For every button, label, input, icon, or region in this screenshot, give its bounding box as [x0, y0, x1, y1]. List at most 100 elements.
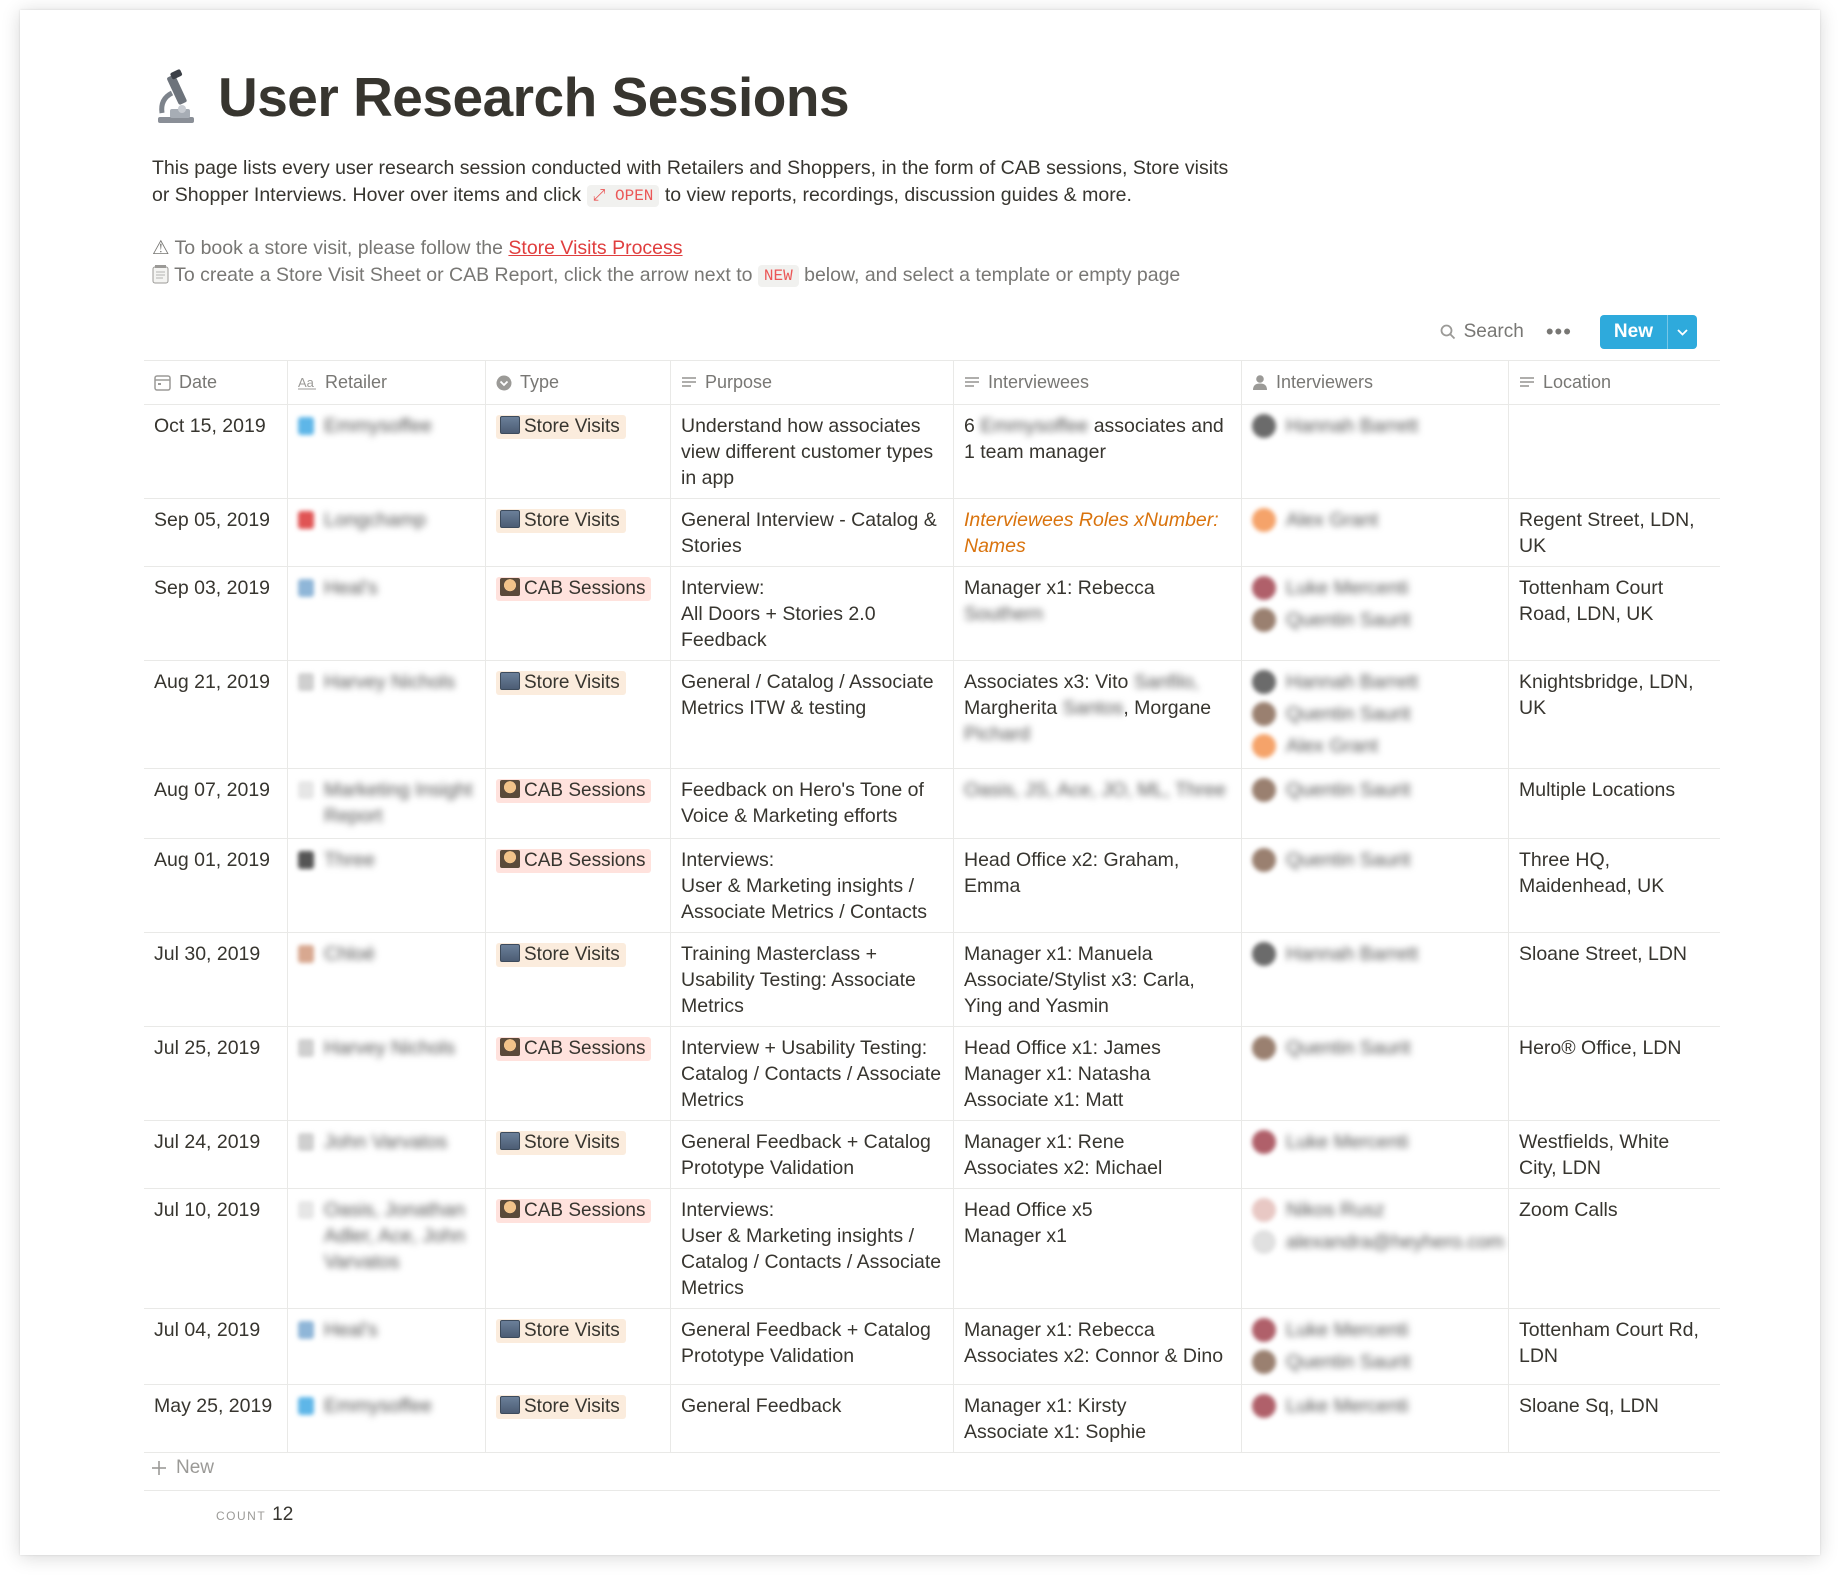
search-icon [1440, 324, 1455, 340]
search-button[interactable]: Search [1440, 321, 1524, 343]
cell-purpose: Interviews: User & Marketing insights / C… [671, 1189, 954, 1308]
new-chip: NEW [757, 265, 799, 287]
table-row[interactable]: Jul 04, 2019 Heal's Store Visits General… [144, 1309, 1720, 1385]
table-row[interactable]: Aug 01, 2019 Three CAB Sessions Intervie… [144, 839, 1720, 933]
column-header-location[interactable]: Location [1509, 361, 1720, 404]
cell-type: CAB Sessions [486, 839, 671, 932]
person-chip[interactable]: alexandra@heyhero.com [1252, 1226, 1504, 1258]
cell-interviewees: Head Office x1: James Manager x1: Natasha… [954, 1027, 1242, 1120]
cell-retailer[interactable]: John Varvatos [288, 1121, 486, 1188]
column-header-type[interactable]: Type [486, 361, 671, 404]
chevron-down-icon [1677, 328, 1688, 336]
cell-date: Oct 15, 2019 [144, 405, 288, 498]
new-page-button[interactable]: New [1600, 315, 1667, 349]
cell-interviewers: Hannah Barrett [1242, 405, 1509, 498]
table-row[interactable]: Jul 25, 2019 Harvey Nichols CAB Sessions… [144, 1027, 1720, 1121]
column-header-purpose[interactable]: Purpose [671, 361, 954, 404]
retailer-logo-icon [298, 1321, 314, 1339]
table-row[interactable]: Jul 30, 2019 Chloé Store Visits Training… [144, 933, 1720, 1027]
detective-icon [500, 850, 520, 868]
building-icon [500, 1320, 520, 1338]
cell-retailer[interactable]: Chloé [288, 933, 486, 1026]
person-chip[interactable]: Quentin Saurit [1252, 774, 1498, 806]
type-tag-cab-sessions: CAB Sessions [496, 1199, 652, 1223]
avatar [1252, 414, 1276, 438]
cell-type: Store Visits [486, 1309, 671, 1384]
type-tag-cab-sessions: CAB Sessions [496, 779, 652, 803]
cell-purpose: Interviews: User & Marketing insights / A… [671, 839, 954, 932]
add-new-row-button[interactable]: New [152, 1457, 214, 1479]
column-header-interviewees[interactable]: Interviewees [954, 361, 1242, 404]
person-chip[interactable]: Hannah Barrett [1252, 938, 1498, 970]
more-options-icon[interactable]: ••• [1546, 321, 1572, 343]
table-row[interactable]: Aug 21, 2019 Harvey Nichols Store Visits… [144, 661, 1720, 769]
cell-retailer[interactable]: Emmysoffee [288, 1385, 486, 1452]
person-chip[interactable]: Luke Mercenti [1252, 1126, 1498, 1158]
person-chip[interactable]: Quentin Saurit [1252, 698, 1498, 730]
cell-retailer[interactable]: Heal's [288, 1309, 486, 1384]
table-row[interactable]: May 25, 2019 Emmysoffee Store Visits Gen… [144, 1385, 1720, 1453]
cell-purpose: Interview: All Doors + Stories 2.0 Feedba… [671, 567, 954, 660]
table-row[interactable]: Jul 10, 2019 Oasis, Jonathan Adler, Ace,… [144, 1189, 1720, 1309]
calendar-icon [154, 375, 171, 391]
person-chip[interactable]: Luke Mercenti [1252, 572, 1498, 604]
column-header-interviewers[interactable]: Interviewers [1242, 361, 1509, 404]
cell-interviewees: Head Office x5 Manager x1 [954, 1189, 1242, 1308]
person-chip[interactable]: Hannah Barrett [1252, 666, 1498, 698]
cell-retailer[interactable]: Heal's [288, 567, 486, 660]
store-visits-process-link[interactable]: Store Visits Process [508, 237, 682, 259]
person-chip[interactable]: Quentin Saurit [1252, 1346, 1498, 1378]
cell-interviewees: Manager x1: Kirsty Associate x1: Sophie [954, 1385, 1242, 1452]
avatar [1252, 1198, 1276, 1222]
microscope-icon [158, 69, 194, 123]
person-chip[interactable]: Quentin Saurit [1252, 604, 1498, 636]
column-header-retailer[interactable]: Aa Retailer [288, 361, 486, 404]
person-chip[interactable]: Quentin Saurit [1252, 1032, 1498, 1064]
type-tag-store-visits: Store Visits [496, 1395, 626, 1419]
table-row[interactable]: Oct 15, 2019 Emmysoffee Store Visits Und… [144, 405, 1720, 499]
new-template-dropdown[interactable] [1667, 315, 1697, 349]
cell-location: Multiple Locations [1519, 779, 1676, 801]
avatar [1252, 848, 1276, 872]
cell-retailer[interactable]: Longchamp [288, 499, 486, 566]
column-header-date[interactable]: Date [144, 361, 288, 404]
cell-purpose: General Feedback + Catalog Prototype Val… [671, 1121, 954, 1188]
table-row[interactable]: Jul 24, 2019 John Varvatos Store Visits … [144, 1121, 1720, 1189]
table-row[interactable]: Sep 05, 2019 Longchamp Store Visits Gene… [144, 499, 1720, 567]
retailer-logo-icon [298, 579, 314, 597]
cell-date: Jul 25, 2019 [144, 1027, 288, 1120]
cell-interviewees: Manager x1: Rebecca Southern [954, 567, 1242, 660]
table-row[interactable]: Aug 07, 2019 Marketing Insight Report CA… [144, 769, 1720, 839]
cell-retailer[interactable]: Harvey Nichols [288, 1027, 486, 1120]
cell-date: Jul 30, 2019 [144, 933, 288, 1026]
cell-type: Store Visits [486, 1385, 671, 1452]
retailer-logo-icon [298, 673, 314, 691]
cell-location: Tottenham Court Rd, LDN [1519, 1319, 1699, 1367]
page-header: User Research Sessions [152, 65, 850, 129]
detective-icon [500, 1038, 520, 1056]
cell-retailer[interactable]: Marketing Insight Report [288, 769, 486, 838]
person-chip[interactable]: Alex Grant [1252, 730, 1498, 762]
person-chip[interactable]: Alex Grant [1252, 504, 1498, 536]
type-tag-store-visits: Store Visits [496, 1131, 626, 1155]
person-chip[interactable]: Luke Mercenti [1252, 1314, 1498, 1346]
cell-location: Zoom Calls [1519, 1199, 1618, 1221]
building-icon [500, 1132, 520, 1150]
notepad-icon [152, 265, 169, 284]
building-icon [500, 416, 520, 434]
cell-retailer[interactable]: Oasis, Jonathan Adler, Ace, John Varvato… [288, 1189, 486, 1308]
cell-retailer[interactable]: Harvey Nichols [288, 661, 486, 768]
page-icon [298, 781, 314, 799]
person-chip[interactable]: Nikos Rusz [1252, 1194, 1498, 1226]
person-chip[interactable]: Luke Mercenti [1252, 1390, 1498, 1422]
person-chip[interactable]: Hannah Barrett [1252, 410, 1498, 442]
cell-date: May 25, 2019 [144, 1385, 288, 1452]
avatar [1252, 942, 1276, 966]
type-tag-store-visits: Store Visits [496, 415, 626, 439]
table-row[interactable]: Sep 03, 2019 Heal's CAB Sessions Intervi… [144, 567, 1720, 661]
count-summary[interactable]: COUNT 12 [216, 1504, 293, 1526]
cell-retailer[interactable]: Three [288, 839, 486, 932]
retailer-logo-icon [298, 945, 314, 963]
cell-retailer[interactable]: Emmysoffee [288, 405, 486, 498]
person-chip[interactable]: Quentin Saurit [1252, 844, 1498, 876]
